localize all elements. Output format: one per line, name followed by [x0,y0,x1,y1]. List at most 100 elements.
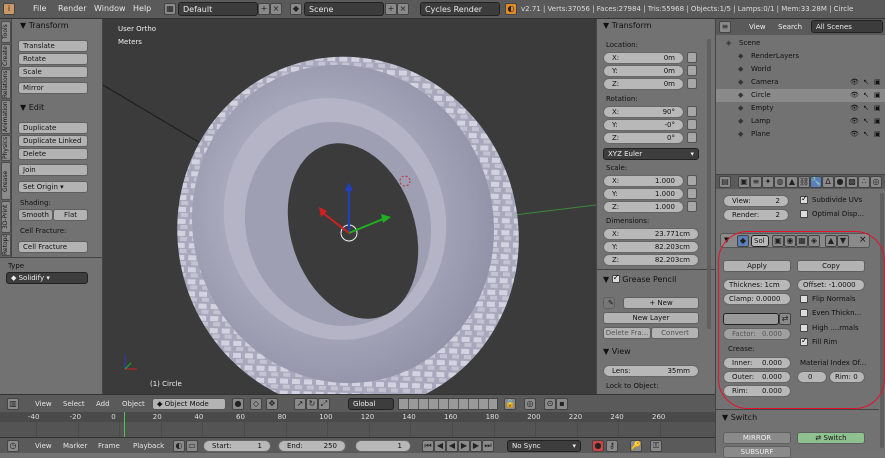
lock-icon[interactable] [687,106,697,117]
tab-grease-pencil[interactable]: Grease Pencil [1,162,11,200]
mode-dropdown[interactable]: ◆ Object Mode [152,398,226,410]
preview-range-icon[interactable]: ◐ [173,440,185,452]
location-y-field[interactable]: Y: 0m [603,65,684,77]
constraints-tab-icon[interactable]: ⛓ [798,176,810,188]
add-layout-icon[interactable]: + [258,3,270,15]
lock-icon[interactable] [687,65,697,76]
tab-physics[interactable]: Physics [1,135,11,161]
scale-y-field[interactable]: Y: 1.000 [603,188,684,200]
visibility-icon[interactable]: 👁 [850,128,859,141]
select-icon[interactable]: ↖ [863,89,869,102]
scale-x-field[interactable]: X: 1.000 [603,175,684,187]
scale-button[interactable]: Scale [18,66,88,78]
current-frame-line[interactable] [124,412,125,437]
location-z-field[interactable]: Z: 0m [603,78,684,90]
texture-tab-icon[interactable]: ▩ [846,176,858,188]
select-icon[interactable]: ↖ [863,115,869,128]
lock-icon[interactable] [687,188,697,199]
scene-selector[interactable]: Scene [304,2,384,16]
outliner-item-circle[interactable]: ◆ Circle 👁 ↖ ▣ [716,89,885,102]
close-scene-icon[interactable]: × [397,3,409,15]
new-grease-button[interactable]: + New [623,297,699,309]
manipulator-icon[interactable]: ✥ [266,398,278,410]
view3d-menu-view[interactable]: View [35,400,52,408]
menu-render[interactable]: Render [58,4,86,13]
rotate-manipulator-icon[interactable]: ↻ [306,398,318,410]
snap-icon[interactable]: ⊙ [544,398,556,410]
keyset-icon[interactable]: 🔑 [630,440,642,452]
modifiers-tab-icon[interactable]: 🔧 [810,176,822,188]
layers-tab-icon[interactable]: ≡ [750,176,762,188]
timeline-menu-view[interactable]: View [35,442,52,450]
location-x-field[interactable]: X: 0m [603,52,684,64]
rotation-z-field[interactable]: Z: 0° [603,132,684,144]
outliner-item-renderlayers[interactable]: ◆ RenderLayers [716,50,885,63]
jump-start-icon[interactable]: ⏮ [422,440,434,452]
rotation-x-field[interactable]: X: 90° [603,106,684,118]
flat-button[interactable]: Flat [53,209,88,221]
dimension-x-field[interactable]: X: 23.771cm [603,228,699,240]
orientation-dropdown[interactable]: Global [348,398,394,410]
cell-fracture-button[interactable]: Cell Fracture [18,241,88,253]
jump-keyframe-forward-icon[interactable]: ▶ [470,440,482,452]
world-tab-icon[interactable]: ◍ [774,176,786,188]
outliner-item-camera[interactable]: ◆ Camera 👁 ↖ ▣ [716,76,885,89]
scene-icon[interactable]: ◆ [290,3,302,15]
render-icon[interactable]: ▣ [874,102,881,115]
particles-tab-icon[interactable]: ∴ [858,176,870,188]
subsurf-view-field[interactable]: View: 2 [723,195,789,207]
render-engine-selector[interactable]: Cycles Render [420,2,500,16]
sync-dropdown[interactable]: No Sync ▾ [507,440,581,452]
view3d-menu-select[interactable]: Select [63,400,85,408]
outliner-editor-icon[interactable]: ≡ [719,21,731,33]
3d-viewport[interactable]: User Ortho Meters (1) Circle [102,19,597,412]
outliner-filter-dropdown[interactable]: All Scenes [811,20,883,33]
end-frame-field[interactable]: End: 250 [278,440,346,452]
set-origin-dropdown[interactable]: Set Origin ▾ [18,181,88,193]
physics-tab-icon[interactable]: ◎ [870,176,882,188]
use-preview-icon[interactable]: ▭ [186,440,198,452]
lock-icon[interactable] [687,201,697,212]
lock-icon[interactable] [687,175,697,186]
timeline-editor-icon[interactable]: ◷ [7,440,19,452]
scale-manipulator-icon[interactable]: ⤢ [318,398,330,410]
lock-icon[interactable] [687,78,697,89]
tab-relations[interactable]: Relations [1,69,11,99]
play-icon[interactable]: ▶ [458,440,470,452]
timeline-menu-marker[interactable]: Marker [63,442,87,450]
lock-icon[interactable] [687,132,697,143]
mirror-button[interactable]: Mirror [18,82,88,94]
n-transform-title[interactable]: ▼ Transform [603,21,652,30]
material-tab-icon[interactable]: ● [834,176,846,188]
panel-title-transform[interactable]: ▼ Transform [20,21,69,30]
view-panel-title[interactable]: ▼ View [603,347,631,356]
object-tab-icon[interactable]: ▲ [786,176,798,188]
lock-layers-icon[interactable]: 🔒 [504,398,516,410]
select-icon[interactable]: ↖ [863,102,869,115]
view3d-menu-add[interactable]: Add [96,400,110,408]
properties-editor-icon[interactable]: ▤ [719,176,731,188]
record-icon[interactable]: ● [592,440,604,452]
outliner-menu-view[interactable]: View [749,23,766,31]
smooth-button[interactable]: Smooth [18,209,53,221]
pivot-icon[interactable]: ◇ [250,398,262,410]
optimal-display-checkbox[interactable] [800,210,808,218]
subsurf-modifier-item[interactable]: SUBSURF [723,446,791,458]
start-frame-field[interactable]: Start: 1 [203,440,271,452]
subdivide-uvs-checkbox[interactable] [800,194,808,204]
layer-buttons[interactable] [398,398,498,410]
tab-create[interactable]: Create [1,44,11,68]
close-layout-icon[interactable]: × [270,3,282,15]
outliner-item-plane[interactable]: ◆ Plane 👁 ↖ ▣ [716,128,885,141]
layout-icon[interactable]: ▦ [164,3,176,15]
play-reverse-icon[interactable]: ◀ [446,440,458,452]
duplicate-button[interactable]: Duplicate [18,122,88,134]
outliner-item-scene[interactable]: ◈ Scene [716,37,885,50]
subsurf-render-field[interactable]: Render: 2 [723,209,789,221]
join-button[interactable]: Join [18,164,88,176]
render-icon[interactable]: ▣ [874,128,881,141]
translate-button[interactable]: Translate [18,40,88,52]
switch-button[interactable]: ⇄ Switch [797,432,865,444]
delete-button[interactable]: Delete [18,148,88,160]
modifier-type-dropdown[interactable]: ◆ Solidify ▾ [6,272,88,284]
